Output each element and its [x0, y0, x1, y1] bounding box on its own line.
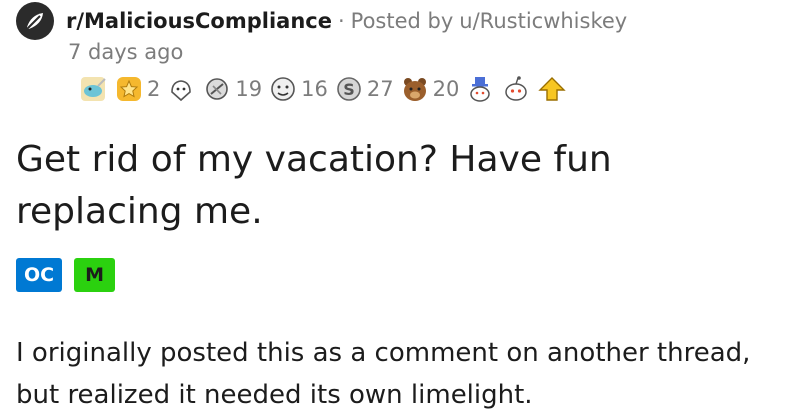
- subreddit-icon[interactable]: [16, 2, 54, 40]
- narwhal-award-icon[interactable]: [78, 74, 108, 104]
- flair-list: OC M: [16, 258, 127, 292]
- bear-award-icon[interactable]: 20: [400, 74, 460, 104]
- award-count: 2: [147, 77, 161, 101]
- oc-flair[interactable]: OC: [16, 258, 63, 292]
- snoo-hat-award-icon[interactable]: [465, 74, 495, 104]
- author-link[interactable]: u/Rusticwhiskey: [459, 9, 627, 33]
- post-time[interactable]: 7 days ago: [68, 40, 183, 64]
- svg-text:S: S: [343, 80, 355, 99]
- silver-coin-award-icon[interactable]: S 27: [334, 74, 394, 104]
- award-count: 16: [301, 77, 328, 101]
- separator-dot: ·: [337, 9, 345, 33]
- m-flair[interactable]: M: [74, 258, 116, 292]
- upvote-award-icon[interactable]: [537, 74, 567, 104]
- helpful-award-icon[interactable]: [166, 74, 196, 104]
- bravo-award-icon[interactable]: 16: [268, 74, 328, 104]
- awards-bar: 2 19 16 S 27 20: [78, 74, 573, 104]
- award-count: 27: [366, 77, 394, 101]
- snoo-award-icon[interactable]: [501, 74, 531, 104]
- star-award-icon[interactable]: 2: [114, 74, 160, 104]
- subreddit-link[interactable]: r/MaliciousCompliance: [66, 9, 332, 33]
- post-title[interactable]: Get rid of my vacation? Have fun replaci…: [16, 134, 776, 238]
- post-header: r/MaliciousCompliance · Posted by u/Rust…: [16, 2, 627, 40]
- award-count: 20: [432, 77, 460, 101]
- award-count: 19: [235, 77, 263, 101]
- wholesome-award-icon[interactable]: 19: [202, 74, 262, 104]
- posted-by-label: Posted by: [350, 9, 454, 33]
- post-body: I originally posted this as a comment on…: [16, 338, 751, 410]
